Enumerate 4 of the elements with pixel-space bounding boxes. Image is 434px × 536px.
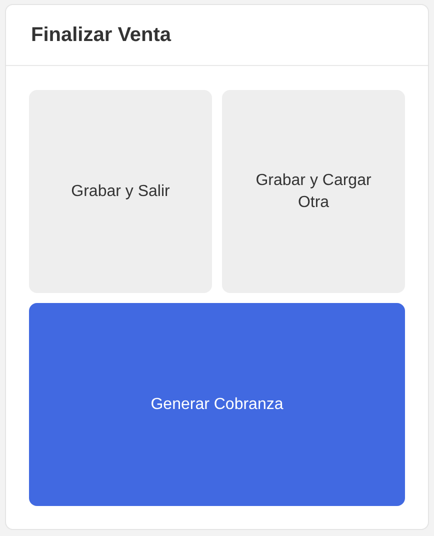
card-title: Finalizar Venta [31, 23, 172, 48]
save-button[interactable]: Grabar y Cargar Otra [222, 90, 405, 293]
generate-button[interactable]: Generar Cobranza [29, 303, 405, 506]
save-button[interactable]: Grabar y Salir [29, 90, 212, 293]
